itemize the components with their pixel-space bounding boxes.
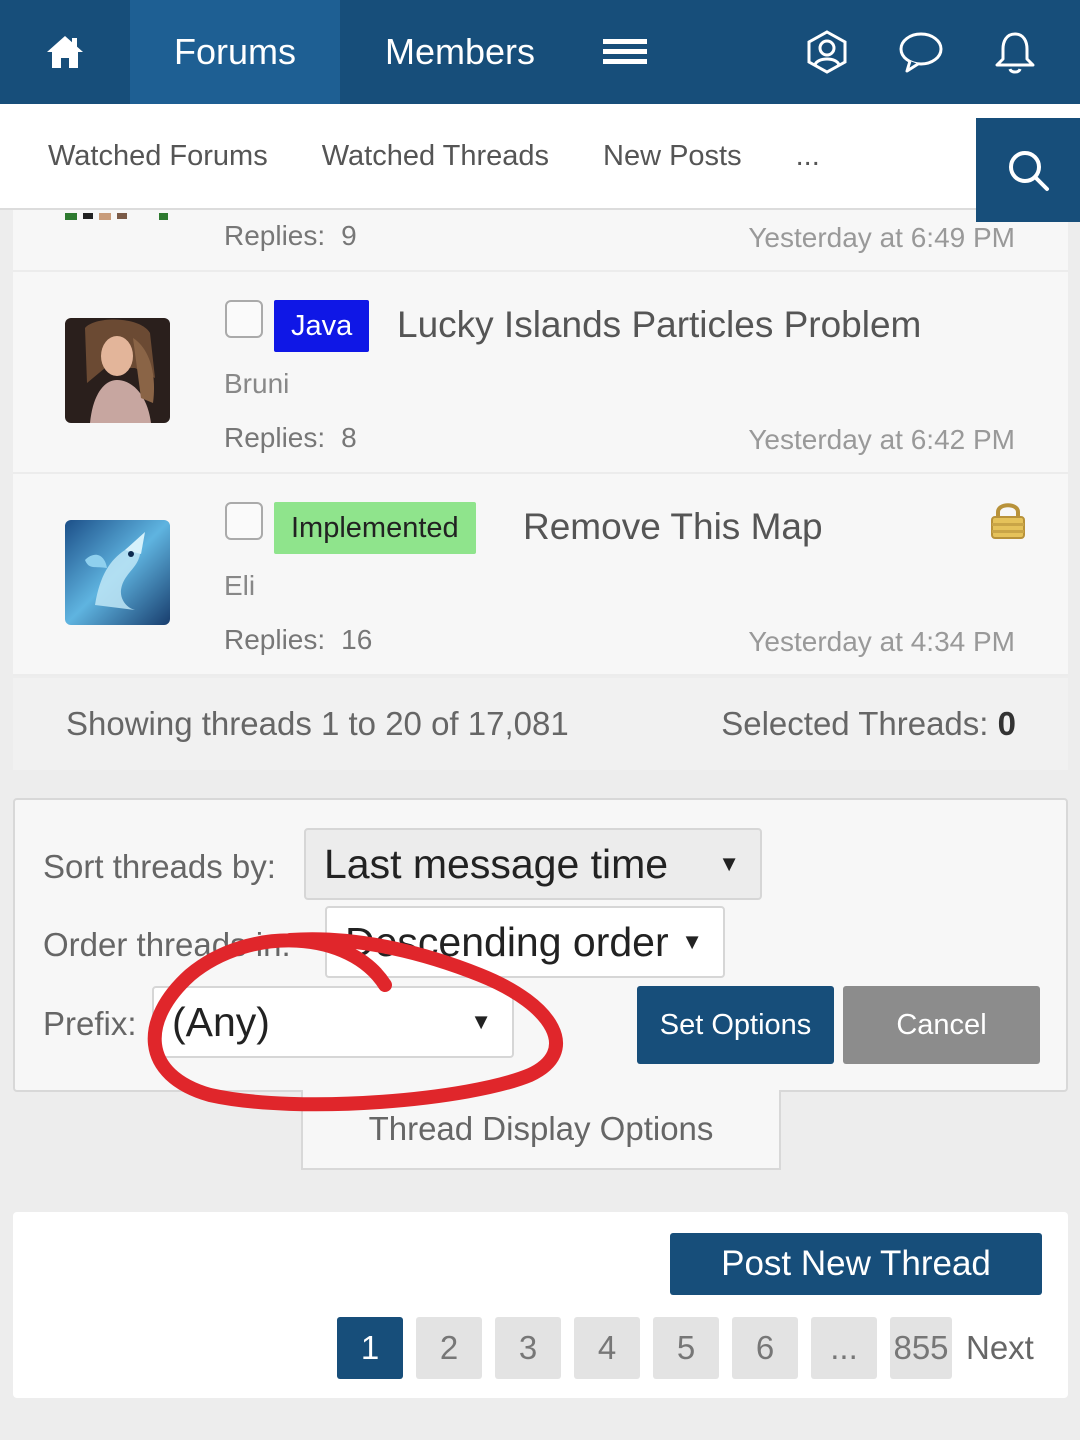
thread-select-checkbox[interactable]	[225, 300, 263, 338]
search-button[interactable]	[976, 118, 1080, 222]
replies-count: Replies: 9	[224, 220, 357, 252]
chevron-down-icon: ▼	[470, 1009, 492, 1034]
replies-value: 16	[341, 624, 373, 655]
order-select[interactable]: Descending order ▼	[325, 906, 725, 978]
replies-label: Replies:	[224, 624, 326, 655]
conversations-button[interactable]	[874, 0, 968, 104]
prefix-label: Prefix:	[43, 1005, 137, 1042]
prefix-badge[interactable]: Java	[274, 300, 370, 352]
replies-count: Replies: 8	[224, 422, 357, 454]
thread-item[interactable]: Replies: 9 Yesterday at 6:49 PM	[13, 210, 1068, 272]
chevron-down-icon: ▼	[718, 851, 740, 876]
thread-item[interactable]: Implemented Remove This Map Eli Replies:…	[13, 474, 1068, 676]
tab-forums-label: Forums	[173, 31, 296, 72]
replies-count: Replies: 16	[224, 624, 372, 656]
last-post-date[interactable]: Yesterday at 6:42 PM	[748, 424, 1015, 456]
order-select-value: Descending order	[345, 918, 669, 965]
post-new-thread-button[interactable]: Post New Thread	[670, 1233, 1042, 1295]
page-link[interactable]: 6	[732, 1317, 798, 1379]
sort-label: Sort threads by:	[43, 848, 276, 885]
top-navigation: Forums Members	[0, 0, 1080, 104]
avatar[interactable]	[65, 318, 170, 423]
watched-forums-link[interactable]: Watched Forums	[48, 140, 268, 173]
conversations-icon	[899, 32, 943, 73]
account-button[interactable]	[780, 0, 874, 104]
thread-display-options-tab[interactable]: Thread Display Options	[301, 1090, 781, 1170]
page-link[interactable]: 5	[653, 1317, 719, 1379]
lock-icon	[989, 500, 1027, 545]
last-post-date[interactable]: Yesterday at 6:49 PM	[748, 222, 1015, 254]
tab-forums[interactable]: Forums	[130, 0, 340, 104]
selected-threads-count: 0	[997, 705, 1016, 742]
cancel-button[interactable]: Cancel	[843, 986, 1040, 1064]
selected-threads: Selected Threads: 0	[721, 705, 1016, 743]
prefix-select[interactable]: (Any) ▼	[152, 986, 514, 1058]
account-icon	[807, 30, 847, 74]
page-link[interactable]: 4	[574, 1317, 640, 1379]
order-label: Order threads in:	[43, 926, 291, 963]
tab-members[interactable]: Members	[340, 0, 580, 104]
avatar[interactable]	[65, 520, 170, 625]
replies-value: 9	[341, 220, 357, 251]
home-button[interactable]	[0, 0, 130, 104]
next-page-link[interactable]: Next	[966, 1329, 1034, 1367]
chevron-down-icon: ▼	[681, 929, 703, 954]
thread-list-footer: Post New Thread 1 2 3 4 5 6 ... 855 Next	[13, 1212, 1068, 1398]
sub-navigation: Watched Forums Watched Threads New Posts…	[0, 104, 1080, 222]
sort-select[interactable]: Last message time ▼	[304, 828, 762, 900]
thread-title[interactable]: Lucky Islands Particles Problem	[397, 304, 921, 346]
pagination: 1 2 3 4 5 6 ... 855 Next	[337, 1317, 1034, 1379]
thread-count-bar: Showing threads 1 to 20 of 17,081 Select…	[13, 678, 1068, 770]
prefix-select-value: (Any)	[172, 998, 270, 1045]
thread-select-checkbox[interactable]	[225, 502, 263, 540]
page-link[interactable]: 3	[495, 1317, 561, 1379]
replies-value: 8	[341, 422, 357, 453]
set-options-button[interactable]: Set Options	[637, 986, 834, 1064]
home-icon	[47, 36, 83, 68]
page-link-last[interactable]: 855	[890, 1317, 952, 1379]
thread-title[interactable]: Remove This Map	[523, 506, 823, 548]
thread-author[interactable]: Bruni	[224, 368, 289, 400]
avatar[interactable]	[65, 210, 170, 220]
page-link-current[interactable]: 1	[337, 1317, 403, 1379]
sort-select-value: Last message time	[324, 840, 669, 887]
replies-label: Replies:	[224, 422, 326, 453]
search-icon	[1009, 151, 1049, 191]
more-link[interactable]: ...	[796, 140, 820, 173]
thread-options-panel: Sort threads by: Last message time ▼ Ord…	[13, 798, 1068, 1092]
new-posts-link[interactable]: New Posts	[603, 140, 742, 173]
showing-threads-text: Showing threads 1 to 20 of 17,081	[66, 705, 569, 742]
replies-label: Replies:	[224, 220, 326, 251]
alerts-button[interactable]	[968, 0, 1062, 104]
last-post-date[interactable]: Yesterday at 4:34 PM	[748, 626, 1015, 658]
selected-threads-label: Selected Threads:	[721, 705, 989, 742]
prefix-badge[interactable]: Implemented	[274, 502, 476, 554]
menu-button[interactable]	[580, 0, 670, 104]
thread-item[interactable]: Java Lucky Islands Particles Problem Bru…	[13, 272, 1068, 474]
menu-icon	[603, 39, 647, 64]
page-jump-ellipsis[interactable]: ...	[811, 1317, 877, 1379]
alerts-icon	[995, 32, 1035, 74]
watched-threads-link[interactable]: Watched Threads	[322, 140, 549, 173]
tab-members-label: Members	[384, 31, 536, 72]
thread-author[interactable]: Eli	[224, 570, 255, 602]
page-link[interactable]: 2	[416, 1317, 482, 1379]
